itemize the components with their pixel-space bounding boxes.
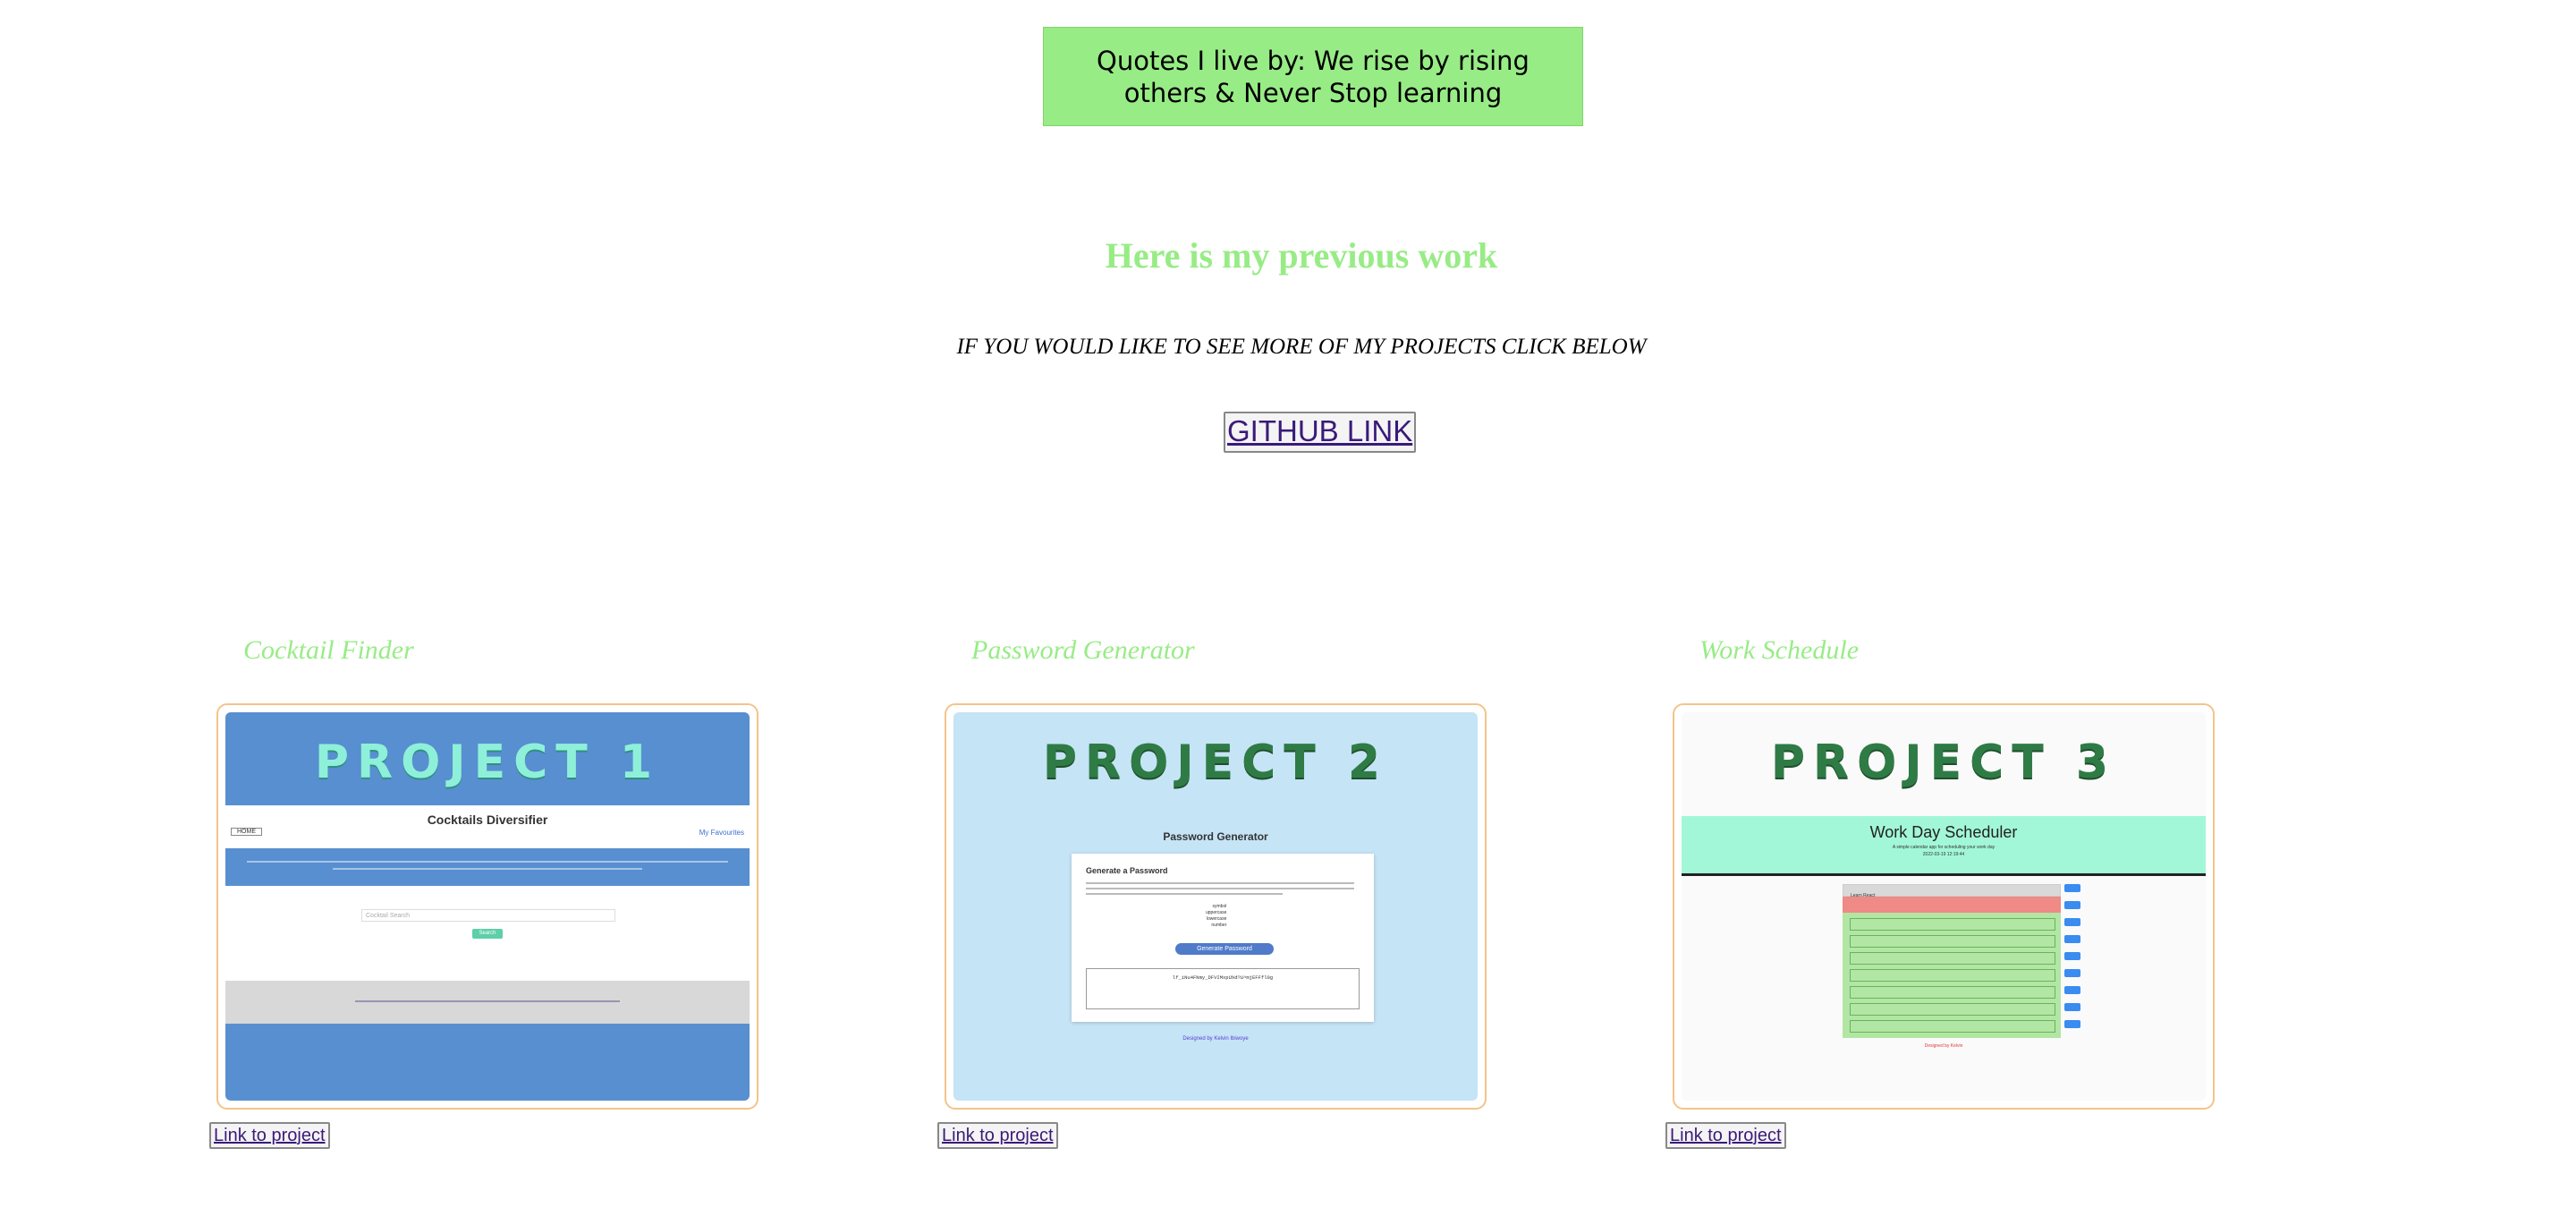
project-2-heading: Password Generator	[1163, 830, 1268, 843]
project-1-favourites: My Favourites	[699, 829, 744, 837]
project-2-screenshot: PROJECT 2 Password Generator Generate a …	[953, 712, 1478, 1101]
project-3-save-buttons	[2064, 884, 2080, 1036]
project-3-date: 2022-03-19 12:19:44	[1922, 852, 1965, 857]
project-2-label: PROJECT 2	[1042, 736, 1389, 789]
project-1-link[interactable]: Link to project	[209, 1122, 330, 1149]
project-card-2[interactable]: PROJECT 2 Password Generator Generate a …	[945, 703, 1487, 1110]
project-3-label: PROJECT 3	[1770, 736, 2117, 789]
project-1-search-input: Cocktail Search	[361, 909, 615, 922]
project-2-footer: Designed by Kelvin Ibiwoye	[1182, 1036, 1249, 1042]
project-1-label: PROJECT 1	[314, 736, 661, 789]
project-title-work-schedule: Work Schedule	[1699, 635, 1860, 665]
project-2-password-box: lf_iNu4FNmy_DFVIMxpU%d?U^mjEFFfl0g	[1086, 968, 1360, 1009]
quote-box: Quotes I live by: We rise by rising othe…	[1043, 27, 1583, 126]
more-projects-text: IF YOU WOULD LIKE TO SEE MORE OF MY PROJ…	[956, 335, 1647, 359]
project-3-heading: Work Day Scheduler	[1869, 823, 2018, 841]
project-title-password-generator: Password Generator	[971, 635, 1195, 665]
project-title-cocktail-finder: Cocktail Finder	[243, 635, 414, 665]
project-1-header-band: Cocktails Diversifier HOME My Favourites	[225, 805, 750, 848]
project-3-link[interactable]: Link to project	[1665, 1122, 1786, 1149]
quote-text: Quotes I live by: We rise by rising othe…	[1097, 45, 1530, 108]
project-1-search-area: Cocktail Search Search	[225, 886, 750, 981]
project-card-1[interactable]: PROJECT 1 Cocktails Diversifier HOME My …	[216, 703, 758, 1110]
project-3-subheading: A simple calendar app for scheduling you…	[1892, 845, 1996, 850]
project-2-card: Generate a Password symbol uppercase low…	[1072, 854, 1374, 1022]
project-2-card-title: Generate a Password	[1086, 866, 1168, 875]
section-title: Here is my previous work	[1105, 235, 1498, 276]
project-1-heading: Cocktails Diversifier	[427, 812, 548, 827]
project-3-footer: Designed by Kelvin	[1924, 1043, 1963, 1049]
project-3-timeblocks: Learn React	[1843, 884, 2061, 1038]
project-1-screenshot: PROJECT 1 Cocktails Diversifier HOME My …	[225, 712, 750, 1101]
project-1-intro-band	[225, 848, 750, 886]
github-link-button[interactable]: GITHUB LINK	[1224, 412, 1417, 453]
project-3-screenshot: PROJECT 3 Work Day Scheduler A simple ca…	[1682, 712, 2206, 1101]
project-2-options: symbol uppercase lowercase number	[1206, 904, 1227, 928]
project-1-footer	[225, 981, 750, 1024]
project-1-search-button: Search	[472, 929, 503, 939]
project-2-link[interactable]: Link to project	[937, 1122, 1058, 1149]
project-card-3[interactable]: PROJECT 3 Work Day Scheduler A simple ca…	[1673, 703, 2215, 1110]
project-3-header: Work Day Scheduler A simple calendar app…	[1682, 816, 2206, 876]
project-2-generate-button: Generate Password	[1175, 943, 1274, 955]
project-1-home: HOME	[231, 828, 262, 836]
